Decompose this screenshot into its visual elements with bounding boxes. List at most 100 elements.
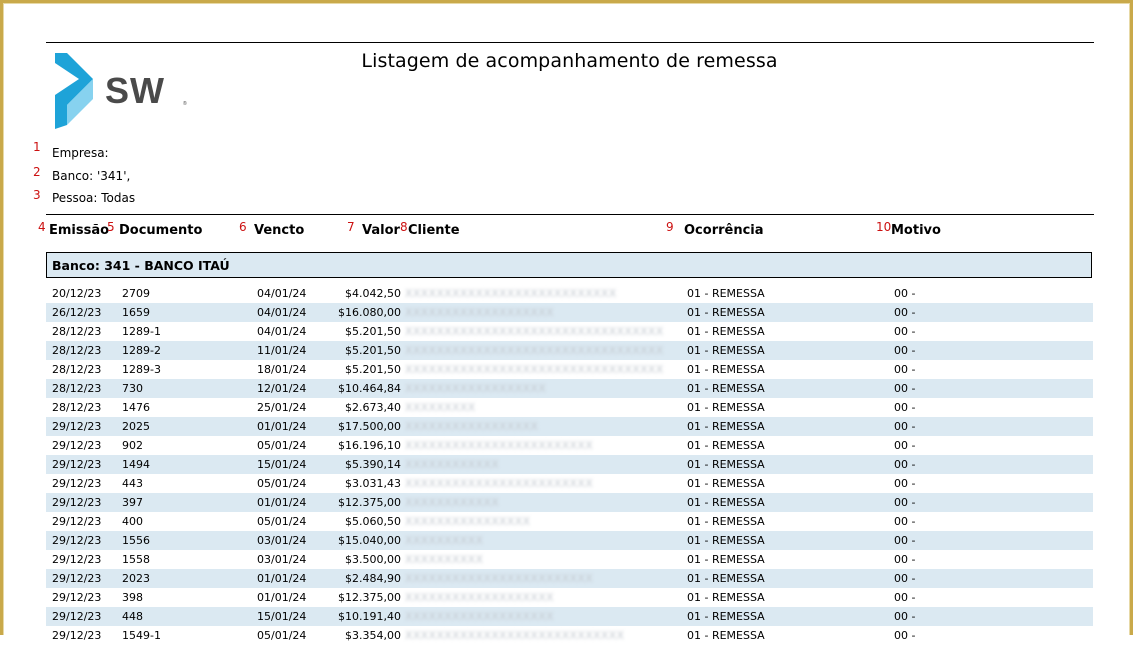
cell-valor: $17.500,00 [338,420,401,433]
cell-valor: $4.042,50 [345,287,401,300]
cell-vencto: 01/01/24 [257,572,307,585]
cell-ocorrencia: 01 - REMESSA [687,439,765,452]
marker-7: 7 [347,220,355,234]
pessoa-label: Pessoa: Todas [52,191,136,205]
cell-emissao: 28/12/23 [52,401,102,414]
cell-ocorrencia: 01 - REMESSA [687,477,765,490]
table-row: 28/12/23 730 12/01/24 $10.464,84 XXXXXXXXXXX… [46,379,1093,398]
cell-documento: 902 [122,439,143,452]
marker-5: 5 [107,220,115,234]
cell-emissao: 29/12/23 [52,629,102,642]
cell-cliente: XXXXXXXXXXXXXXXXXXXXXXXXXXXXXXXXX [405,363,664,376]
cell-motivo: 00 - [894,477,916,490]
cell-vencto: 05/01/24 [257,515,307,528]
cell-motivo: 00 - [894,363,916,376]
cell-cliente: XXXXXXXXXXXXXXXXX [405,420,539,433]
cell-emissao: 29/12/23 [52,515,102,528]
cell-vencto: 03/01/24 [257,534,307,547]
report-frame: Listagem de acompanhamento de remessa SW… [0,0,1133,642]
cell-ocorrencia: 01 - REMESSA [687,629,765,642]
cell-emissao: 28/12/23 [52,382,102,395]
sw-logo-chevron-icon [55,53,93,129]
cell-documento: 1556 [122,534,150,547]
table-row: 29/12/23 397 01/01/24 $12.375,00 XXXXXXXXXXX… [46,493,1093,512]
table-row: 29/12/23 2023 01/01/24 $2.484,90 XXXXXXXXXXX… [46,569,1093,588]
marker-3: 3 [33,188,41,202]
cell-vencto: 04/01/24 [257,306,307,319]
cell-vencto: 18/01/24 [257,363,307,376]
cell-motivo: 00 - [894,629,916,642]
table-row: 29/12/23 1556 03/01/24 $15.040,00 XXXXXXXXXX… [46,531,1093,550]
table-row: 29/12/23 1549-1 05/01/24 $3.354,00 XXXXXXXXX… [46,626,1093,645]
cell-valor: $2.673,40 [345,401,401,414]
table-row: 29/12/23 2025 01/01/24 $17.500,00 XXXXXXXXXX… [46,417,1093,436]
cell-emissao: 28/12/23 [52,363,102,376]
cell-emissao: 29/12/23 [52,496,102,509]
header-rule [46,214,1094,215]
cell-vencto: 15/01/24 [257,458,307,471]
cell-ocorrencia: 01 - REMESSA [687,553,765,566]
cell-cliente: XXXXXXXXXXXXXXXXXXXXXXXXXXXX [405,629,625,642]
cell-motivo: 00 - [894,610,916,623]
col-header-motivo: Motivo [891,223,941,238]
cell-ocorrencia: 01 - REMESSA [687,306,765,319]
cell-motivo: 00 - [894,306,916,319]
cell-cliente: XXXXXXXXXXXXXXXXXXX [405,306,554,319]
cell-ocorrencia: 01 - REMESSA [687,515,765,528]
cell-motivo: 00 - [894,325,916,338]
cell-emissao: 29/12/23 [52,477,102,490]
cell-emissao: 29/12/23 [52,572,102,585]
cell-cliente: XXXXXXXXXXXXXXXXXXXXXXXXXXXXXXXXX [405,344,664,357]
cell-documento: 1476 [122,401,150,414]
cell-valor: $12.375,00 [338,496,401,509]
col-header-documento: Documento [119,223,203,238]
table-row: 20/12/23 2709 04/01/24 $4.042,50 XXXXXXXXXXX… [46,284,1093,303]
table-row: 28/12/23 1289-2 11/01/24 $5.201,50 XXXXXXXXX… [46,341,1093,360]
cell-emissao: 20/12/23 [52,287,102,300]
col-header-vencto: Vencto [254,223,305,238]
cell-ocorrencia: 01 - REMESSA [687,458,765,471]
table-row: 29/12/23 398 01/01/24 $12.375,00 XXXXXXXXXXX… [46,588,1093,607]
cell-documento: 1289-2 [122,344,161,357]
marker-10: 10 [876,220,892,234]
cell-emissao: 29/12/23 [52,591,102,604]
cell-valor: $5.201,50 [345,363,401,376]
cell-motivo: 00 - [894,553,916,566]
cell-cliente: XXXXXXXXXX [405,553,484,566]
cell-motivo: 00 - [894,344,916,357]
table-row: 29/12/23 443 05/01/24 $3.031,43 XXXXXXXXXXXX… [46,474,1093,493]
cell-motivo: 00 - [894,287,916,300]
svg-text:®: ® [183,100,187,107]
col-header-ocorrencia: Ocorrência [684,223,764,238]
cell-documento: 1494 [122,458,150,471]
cell-emissao: 29/12/23 [52,420,102,433]
cell-motivo: 00 - [894,439,916,452]
cell-motivo: 00 - [894,515,916,528]
cell-ocorrencia: 01 - REMESSA [687,496,765,509]
cell-documento: 2023 [122,572,150,585]
cell-cliente: XXXXXXXXXXXXXXXXXXX [405,591,554,604]
cell-vencto: 05/01/24 [257,439,307,452]
cell-valor: $15.040,00 [338,534,401,547]
cell-documento: 2709 [122,287,150,300]
cell-motivo: 00 - [894,591,916,604]
cell-vencto: 03/01/24 [257,553,307,566]
cell-valor: $16.080,00 [338,306,401,319]
marker-4: 4 [38,220,46,234]
marker-6: 6 [239,220,247,234]
table-row: 29/12/23 902 05/01/24 $16.196,10 XXXXXXXXXXX… [46,436,1093,455]
cell-ocorrencia: 01 - REMESSA [687,382,765,395]
cell-vencto: 25/01/24 [257,401,307,414]
cell-cliente: XXXXXXXXXX [405,534,484,547]
cell-documento: 443 [122,477,143,490]
cell-valor: $5.201,50 [345,325,401,338]
cell-vencto: 15/01/24 [257,610,307,623]
cell-ocorrencia: 01 - REMESSA [687,287,765,300]
cell-cliente: XXXXXXXXXXXXXXXXXXXXXXXX [405,439,594,452]
cell-emissao: 29/12/23 [52,553,102,566]
cell-documento: 448 [122,610,143,623]
bank-group-header: Banco: 341 - BANCO ITAÚ [46,252,1092,278]
table-row: 28/12/23 1289-3 18/01/24 $5.201,50 XXXXXXXXX… [46,360,1093,379]
svg-text:SW: SW [105,70,165,111]
table-row: 28/12/23 1289-1 04/01/24 $5.201,50 XXXXXXXXX… [46,322,1093,341]
